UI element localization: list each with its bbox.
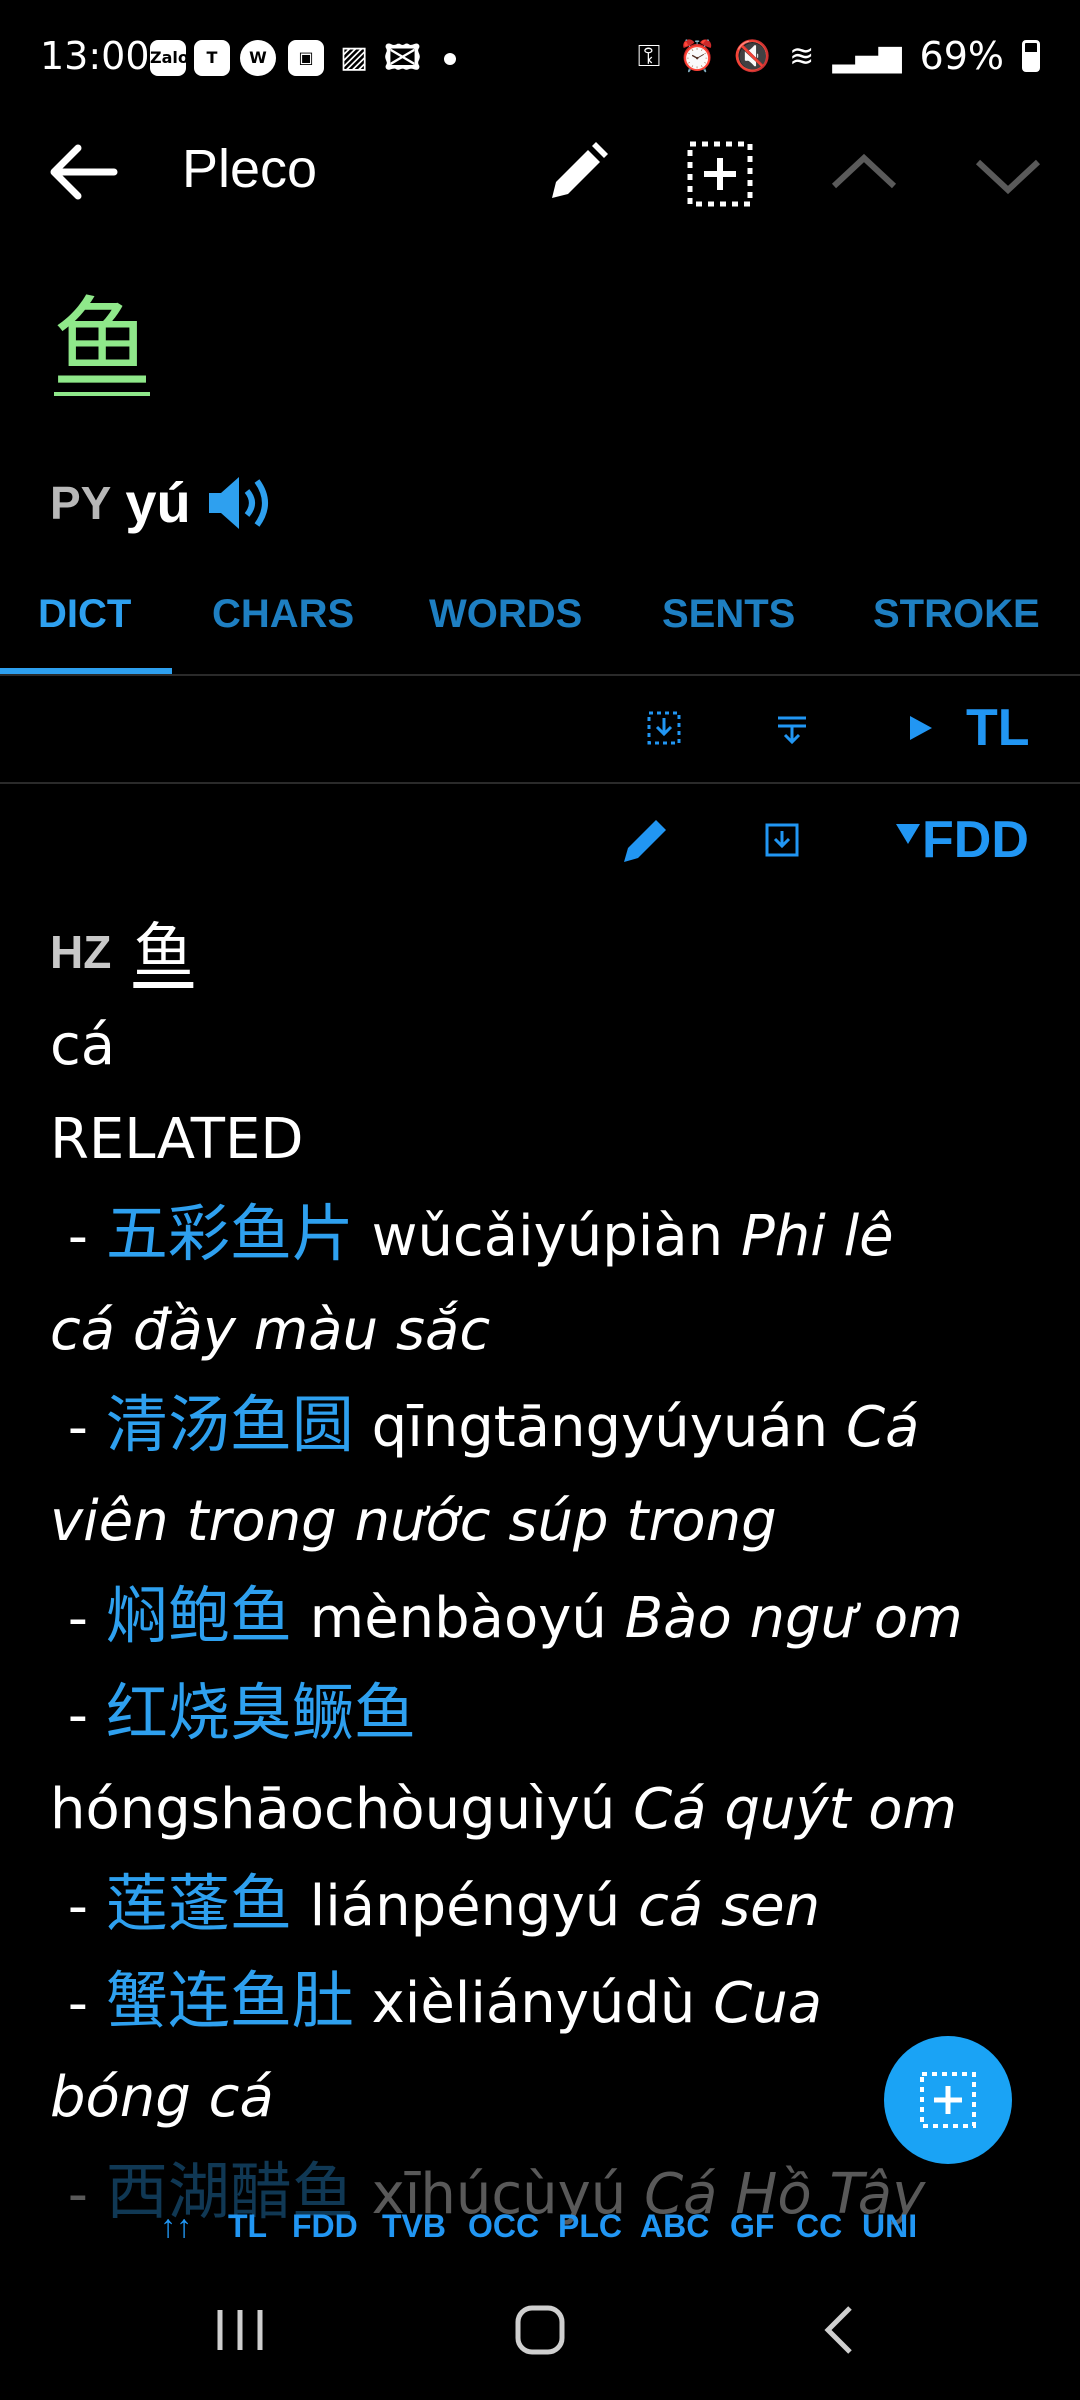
filter-abc[interactable]: ABC — [640, 2208, 709, 2245]
tab-sents[interactable]: SENTS — [662, 592, 795, 637]
related-hanzi-link[interactable]: 焖鲍鱼 — [106, 1579, 292, 1652]
tab-dict[interactable]: DICT — [38, 592, 131, 637]
add-flashcard-fab[interactable] — [884, 2036, 1012, 2164]
filter-lines-icon[interactable] — [774, 710, 810, 746]
back-nav-icon[interactable] — [820, 2304, 860, 2356]
related-label: RELATED — [50, 1107, 304, 1172]
tab-bar: DICT CHARS WORDS SENTS STROKE — [0, 580, 1080, 676]
related-hanzi-link[interactable]: 清汤鱼圆 — [106, 1388, 354, 1461]
pinyin-value: yú — [125, 471, 191, 534]
filter-gf[interactable]: GF — [730, 2208, 774, 2245]
w-app-icon: W — [240, 40, 276, 76]
related-hanzi-link[interactable]: 五彩鱼片 — [106, 1197, 354, 1270]
related-pinyin: wǔcǎiyúpiàn — [371, 1204, 724, 1269]
image-icon: 🖾 — [384, 38, 421, 78]
filter-fdd[interactable]: FDD — [292, 2208, 358, 2245]
related-pinyin: qīngtāngyúyuán — [371, 1395, 829, 1460]
speaker-icon[interactable] — [205, 471, 275, 535]
home-icon[interactable] — [512, 2304, 568, 2356]
stripes-icon: ▨ — [339, 40, 369, 75]
back-arrow-icon[interactable] — [48, 142, 120, 202]
dropdown-triangle-icon[interactable] — [896, 824, 920, 844]
mute-icon: 🔇 — [733, 38, 772, 74]
status-time: 13:00 — [40, 34, 150, 78]
related-entry: - 焖鲍鱼 mènbàoyú Bào ngư om — [50, 1579, 963, 1652]
add-flashcard-icon — [920, 2072, 976, 2128]
filter-cc[interactable]: CC — [796, 2208, 842, 2245]
teams-icon: T — [194, 40, 230, 76]
system-nav-bar — [0, 2260, 1080, 2400]
filter-tvb[interactable]: TVB — [382, 2208, 446, 2245]
related-entry-cont: hóngshāochòuguìyú Cá quýt om — [50, 1763, 1040, 1857]
related-translation: Cá quýt om — [633, 1777, 958, 1842]
edit-pencil-blue-icon[interactable] — [618, 812, 674, 868]
filter-up-arrows[interactable]: ↑↑ — [160, 2208, 192, 2245]
related-pinyin: mènbàoyú — [309, 1586, 607, 1651]
status-bar: 13:00 Zalo T W ▣ ▨ 🖾 ⚿ ⏰ 🔇 ≋ ▂▄▆ 69% — [0, 0, 1080, 120]
related-translation-cont: viên trong nước súp trong — [50, 1489, 777, 1554]
app-bar: Pleco — [0, 120, 1080, 220]
filter-uni[interactable]: UNI — [862, 2208, 917, 2245]
battery-icon — [1022, 40, 1040, 72]
tab-chars[interactable]: CHARS — [212, 592, 354, 637]
recent-apps-icon[interactable] — [210, 2304, 270, 2356]
app-title: Pleco — [182, 139, 318, 199]
dictionary-toolbar-fdd: FDD — [0, 784, 1080, 894]
tab-words[interactable]: WORDS — [429, 592, 582, 637]
add-flashcard-icon[interactable] — [680, 134, 760, 214]
hz-row: HZ 鱼 — [50, 905, 1040, 999]
edit-pencil-icon[interactable] — [536, 134, 616, 214]
tl-dict-label[interactable]: TL — [966, 698, 1030, 758]
related-translation: Bào ngư om — [624, 1586, 963, 1651]
zalo-icon: Zalo — [150, 40, 189, 76]
related-pinyin: hóngshāochòuguìyú — [50, 1777, 616, 1842]
signal-icon: ▂▄▆ — [832, 38, 902, 74]
related-translation: Cá — [845, 1395, 920, 1460]
related-translation-cont: cá đầy màu sắc — [50, 1298, 491, 1363]
dictionary-filter-strip: ↑↑ TL FDD TVB OCC PLC ABC GF CC UNI — [0, 2196, 1080, 2256]
headword-underline — [54, 392, 150, 396]
related-entry: - 五彩鱼片 wǔcǎiyúpiàn Phi lê — [50, 1197, 894, 1270]
related-entry: - 莲蓬鱼 liánpéngyú cá sen — [50, 1867, 821, 1940]
related-hanzi-link[interactable]: 红烧臭鳜鱼 — [106, 1676, 416, 1749]
hz-char-link[interactable]: 鱼 — [133, 905, 193, 999]
alarm-icon: ⏰ — [678, 38, 716, 74]
pinyin-row: PY yú — [50, 470, 275, 535]
related-entry: - 红烧臭鳜鱼 — [50, 1676, 416, 1749]
related-pinyin: xièliányúdù — [371, 1971, 696, 2036]
filter-plc[interactable]: PLC — [558, 2208, 622, 2245]
battery-percent: 69% — [919, 34, 1004, 78]
headword[interactable]: 鱼 — [52, 290, 152, 400]
filter-tl[interactable]: TL — [228, 2208, 267, 2245]
related-entry: - 蟹连鱼肚 xièliányúdù Cua — [50, 1964, 823, 2037]
chevron-down-icon[interactable] — [968, 134, 1048, 214]
wifi-icon: ≋ — [789, 38, 815, 74]
related-hanzi-link[interactable]: 莲蓬鱼 — [106, 1867, 292, 1940]
related-translation: cá sen — [638, 1874, 821, 1939]
related-translation: Cua — [713, 1971, 823, 2036]
tab-indicator — [0, 668, 172, 674]
related-pinyin: liánpéngyú — [309, 1874, 621, 1939]
dictionary-toolbar-tl: TL — [0, 676, 1080, 784]
collapse-icon[interactable] — [646, 710, 682, 746]
fdd-dict-label[interactable]: FDD — [922, 810, 1029, 870]
notification-dot — [444, 53, 456, 65]
meaning: cá — [50, 1013, 116, 1078]
key-icon: ⚿ — [637, 38, 661, 74]
id-card-icon: ▣ — [288, 40, 324, 76]
definition-body: HZ 鱼 cá RELATED - 五彩鱼片 wǔcǎiyúpiàn Phi l… — [50, 905, 1040, 2242]
status-right: ⚿ ⏰ 🔇 ≋ ▂▄▆ 69% — [638, 34, 1040, 78]
related-translation: Phi lê — [740, 1204, 894, 1269]
chevron-up-icon[interactable] — [824, 134, 904, 214]
filter-occ[interactable]: OCC — [468, 2208, 539, 2245]
related-entry: - 清汤鱼圆 qīngtāngyúyuán Cá — [50, 1388, 920, 1461]
related-hanzi-link[interactable]: 蟹连鱼肚 — [106, 1964, 354, 2037]
tab-stroke[interactable]: STROKE — [873, 592, 1040, 637]
download-box-icon[interactable] — [764, 822, 800, 858]
hz-label: HZ — [50, 926, 112, 978]
play-triangle-icon[interactable] — [906, 714, 934, 742]
pinyin-label: PY — [50, 476, 112, 529]
